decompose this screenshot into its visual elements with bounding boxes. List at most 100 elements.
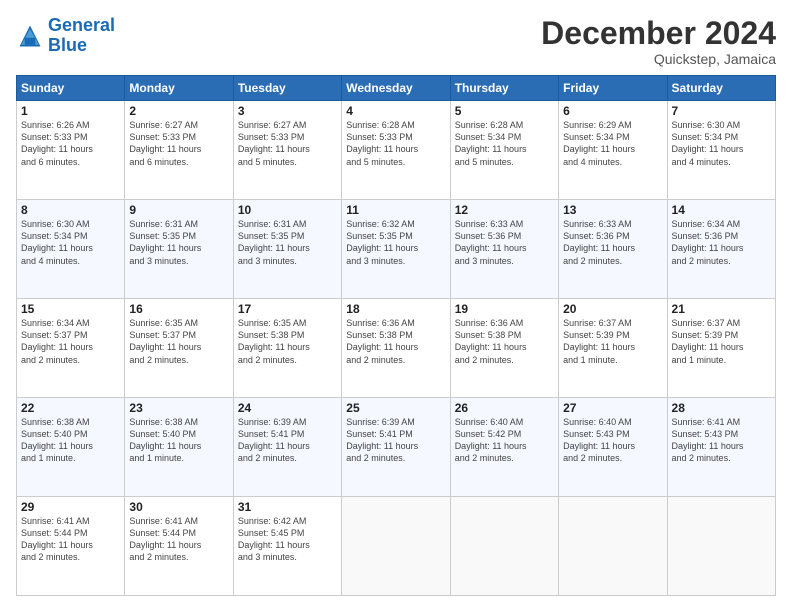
- calendar-week-1: 1Sunrise: 6:26 AMSunset: 5:33 PMDaylight…: [17, 101, 776, 200]
- day-info: Sunrise: 6:27 AMSunset: 5:33 PMDaylight:…: [238, 119, 337, 168]
- calendar-week-3: 15Sunrise: 6:34 AMSunset: 5:37 PMDayligh…: [17, 299, 776, 398]
- day-info: Sunrise: 6:28 AMSunset: 5:33 PMDaylight:…: [346, 119, 445, 168]
- day-number: 2: [129, 104, 228, 118]
- day-info: Sunrise: 6:26 AMSunset: 5:33 PMDaylight:…: [21, 119, 120, 168]
- calendar-header-row: SundayMondayTuesdayWednesdayThursdayFrid…: [17, 76, 776, 101]
- day-number: 6: [563, 104, 662, 118]
- title-block: December 2024 Quickstep, Jamaica: [541, 16, 776, 67]
- subtitle: Quickstep, Jamaica: [541, 51, 776, 67]
- header: General Blue December 2024 Quickstep, Ja…: [16, 16, 776, 67]
- calendar-cell: 30Sunrise: 6:41 AMSunset: 5:44 PMDayligh…: [125, 497, 233, 596]
- calendar-cell: [667, 497, 775, 596]
- day-number: 19: [455, 302, 554, 316]
- day-info: Sunrise: 6:35 AMSunset: 5:37 PMDaylight:…: [129, 317, 228, 366]
- calendar-cell: 5Sunrise: 6:28 AMSunset: 5:34 PMDaylight…: [450, 101, 558, 200]
- day-number: 15: [21, 302, 120, 316]
- calendar-cell: 25Sunrise: 6:39 AMSunset: 5:41 PMDayligh…: [342, 398, 450, 497]
- main-title: December 2024: [541, 16, 776, 51]
- day-info: Sunrise: 6:41 AMSunset: 5:43 PMDaylight:…: [672, 416, 771, 465]
- day-number: 1: [21, 104, 120, 118]
- day-info: Sunrise: 6:39 AMSunset: 5:41 PMDaylight:…: [238, 416, 337, 465]
- calendar-cell: 3Sunrise: 6:27 AMSunset: 5:33 PMDaylight…: [233, 101, 341, 200]
- calendar-header-saturday: Saturday: [667, 76, 775, 101]
- day-info: Sunrise: 6:33 AMSunset: 5:36 PMDaylight:…: [455, 218, 554, 267]
- day-info: Sunrise: 6:28 AMSunset: 5:34 PMDaylight:…: [455, 119, 554, 168]
- day-number: 24: [238, 401, 337, 415]
- calendar-cell: [342, 497, 450, 596]
- day-info: Sunrise: 6:30 AMSunset: 5:34 PMDaylight:…: [21, 218, 120, 267]
- calendar-cell: 13Sunrise: 6:33 AMSunset: 5:36 PMDayligh…: [559, 200, 667, 299]
- calendar-cell: 6Sunrise: 6:29 AMSunset: 5:34 PMDaylight…: [559, 101, 667, 200]
- day-number: 26: [455, 401, 554, 415]
- day-number: 13: [563, 203, 662, 217]
- day-info: Sunrise: 6:40 AMSunset: 5:43 PMDaylight:…: [563, 416, 662, 465]
- day-number: 17: [238, 302, 337, 316]
- day-info: Sunrise: 6:30 AMSunset: 5:34 PMDaylight:…: [672, 119, 771, 168]
- calendar-table: SundayMondayTuesdayWednesdayThursdayFrid…: [16, 75, 776, 596]
- day-info: Sunrise: 6:38 AMSunset: 5:40 PMDaylight:…: [129, 416, 228, 465]
- calendar-cell: 4Sunrise: 6:28 AMSunset: 5:33 PMDaylight…: [342, 101, 450, 200]
- day-info: Sunrise: 6:41 AMSunset: 5:44 PMDaylight:…: [21, 515, 120, 564]
- day-number: 31: [238, 500, 337, 514]
- day-info: Sunrise: 6:32 AMSunset: 5:35 PMDaylight:…: [346, 218, 445, 267]
- calendar-cell: 16Sunrise: 6:35 AMSunset: 5:37 PMDayligh…: [125, 299, 233, 398]
- day-number: 8: [21, 203, 120, 217]
- day-number: 10: [238, 203, 337, 217]
- calendar-cell: 21Sunrise: 6:37 AMSunset: 5:39 PMDayligh…: [667, 299, 775, 398]
- calendar-header-friday: Friday: [559, 76, 667, 101]
- logo-text: General Blue: [48, 16, 115, 56]
- logo: General Blue: [16, 16, 115, 56]
- calendar-week-4: 22Sunrise: 6:38 AMSunset: 5:40 PMDayligh…: [17, 398, 776, 497]
- calendar-cell: 22Sunrise: 6:38 AMSunset: 5:40 PMDayligh…: [17, 398, 125, 497]
- calendar-week-5: 29Sunrise: 6:41 AMSunset: 5:44 PMDayligh…: [17, 497, 776, 596]
- day-number: 25: [346, 401, 445, 415]
- day-number: 4: [346, 104, 445, 118]
- day-info: Sunrise: 6:36 AMSunset: 5:38 PMDaylight:…: [346, 317, 445, 366]
- day-number: 7: [672, 104, 771, 118]
- day-number: 30: [129, 500, 228, 514]
- calendar-cell: 24Sunrise: 6:39 AMSunset: 5:41 PMDayligh…: [233, 398, 341, 497]
- calendar-cell: 29Sunrise: 6:41 AMSunset: 5:44 PMDayligh…: [17, 497, 125, 596]
- calendar-week-2: 8Sunrise: 6:30 AMSunset: 5:34 PMDaylight…: [17, 200, 776, 299]
- day-info: Sunrise: 6:36 AMSunset: 5:38 PMDaylight:…: [455, 317, 554, 366]
- day-number: 21: [672, 302, 771, 316]
- calendar-cell: 10Sunrise: 6:31 AMSunset: 5:35 PMDayligh…: [233, 200, 341, 299]
- day-info: Sunrise: 6:31 AMSunset: 5:35 PMDaylight:…: [129, 218, 228, 267]
- calendar-cell: [559, 497, 667, 596]
- day-number: 12: [455, 203, 554, 217]
- logo-line2: Blue: [48, 35, 87, 55]
- calendar-cell: 26Sunrise: 6:40 AMSunset: 5:42 PMDayligh…: [450, 398, 558, 497]
- day-number: 9: [129, 203, 228, 217]
- calendar-header-tuesday: Tuesday: [233, 76, 341, 101]
- day-number: 27: [563, 401, 662, 415]
- day-number: 20: [563, 302, 662, 316]
- day-number: 16: [129, 302, 228, 316]
- day-info: Sunrise: 6:40 AMSunset: 5:42 PMDaylight:…: [455, 416, 554, 465]
- calendar-cell: 17Sunrise: 6:35 AMSunset: 5:38 PMDayligh…: [233, 299, 341, 398]
- day-number: 28: [672, 401, 771, 415]
- calendar-cell: 1Sunrise: 6:26 AMSunset: 5:33 PMDaylight…: [17, 101, 125, 200]
- calendar-cell: 23Sunrise: 6:38 AMSunset: 5:40 PMDayligh…: [125, 398, 233, 497]
- day-info: Sunrise: 6:37 AMSunset: 5:39 PMDaylight:…: [563, 317, 662, 366]
- calendar-cell: 2Sunrise: 6:27 AMSunset: 5:33 PMDaylight…: [125, 101, 233, 200]
- day-info: Sunrise: 6:27 AMSunset: 5:33 PMDaylight:…: [129, 119, 228, 168]
- calendar-cell: 12Sunrise: 6:33 AMSunset: 5:36 PMDayligh…: [450, 200, 558, 299]
- day-number: 23: [129, 401, 228, 415]
- day-info: Sunrise: 6:33 AMSunset: 5:36 PMDaylight:…: [563, 218, 662, 267]
- day-info: Sunrise: 6:29 AMSunset: 5:34 PMDaylight:…: [563, 119, 662, 168]
- calendar-cell: 18Sunrise: 6:36 AMSunset: 5:38 PMDayligh…: [342, 299, 450, 398]
- day-info: Sunrise: 6:37 AMSunset: 5:39 PMDaylight:…: [672, 317, 771, 366]
- day-number: 5: [455, 104, 554, 118]
- calendar-cell: 14Sunrise: 6:34 AMSunset: 5:36 PMDayligh…: [667, 200, 775, 299]
- calendar-header-thursday: Thursday: [450, 76, 558, 101]
- day-info: Sunrise: 6:35 AMSunset: 5:38 PMDaylight:…: [238, 317, 337, 366]
- calendar-cell: 28Sunrise: 6:41 AMSunset: 5:43 PMDayligh…: [667, 398, 775, 497]
- calendar-header-sunday: Sunday: [17, 76, 125, 101]
- calendar-header-monday: Monday: [125, 76, 233, 101]
- calendar-cell: 11Sunrise: 6:32 AMSunset: 5:35 PMDayligh…: [342, 200, 450, 299]
- calendar-cell: 27Sunrise: 6:40 AMSunset: 5:43 PMDayligh…: [559, 398, 667, 497]
- day-info: Sunrise: 6:38 AMSunset: 5:40 PMDaylight:…: [21, 416, 120, 465]
- day-number: 29: [21, 500, 120, 514]
- calendar-cell: 15Sunrise: 6:34 AMSunset: 5:37 PMDayligh…: [17, 299, 125, 398]
- day-number: 18: [346, 302, 445, 316]
